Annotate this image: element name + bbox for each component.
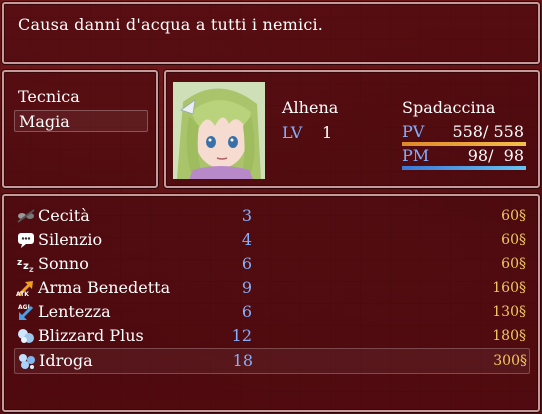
skill-count: 18: [232, 351, 253, 370]
hp-value: 558/ 558: [452, 122, 524, 141]
mp-value: 98/ 98: [467, 146, 524, 165]
sleep-icon: zzz: [16, 255, 36, 274]
actor-name: Alhena: [282, 98, 339, 117]
command-magia[interactable]: Magia: [14, 110, 148, 132]
skill-row-arma-benedetta[interactable]: ATK Arma Benedetta 9 160§: [14, 276, 528, 300]
skill-name: Silenzio: [38, 230, 103, 249]
skill-cost: 60§: [501, 256, 526, 272]
actor-class: Spadaccina: [402, 98, 496, 117]
svg-text:ATK: ATK: [16, 291, 29, 297]
skill-count: 9: [241, 278, 252, 297]
skill-row-sonno[interactable]: zzz Sonno 6 60§: [14, 252, 528, 276]
skill-count: 12: [231, 326, 252, 345]
silence-icon: [16, 231, 36, 249]
skill-row-silenzio[interactable]: Silenzio 4 60§: [14, 228, 528, 252]
skill-count: 6: [241, 254, 252, 273]
skill-cost: 60§: [501, 232, 526, 248]
skill-name: Sonno: [38, 254, 89, 273]
hp-gauge: PV 558/ 558: [402, 122, 526, 146]
skill-list-window: Cecità 3 60§ Silenzio 4 60§ zzz Sonno 6 …: [2, 194, 540, 412]
skill-row-blizzard-plus[interactable]: Blizzard Plus 12 180§: [14, 324, 528, 348]
blind-icon: [16, 207, 36, 225]
water-icon: [17, 352, 37, 370]
skill-name: Blizzard Plus: [38, 326, 144, 345]
skill-name: Arma Benedetta: [38, 278, 171, 297]
skill-cost: 60§: [501, 208, 526, 224]
mp-label: PM: [402, 146, 430, 165]
ice-icon: [16, 327, 36, 345]
skill-cost: 180§: [492, 328, 526, 344]
mp-gauge: PM 98/ 98: [402, 146, 526, 170]
help-window: Causa danni d'acqua a tutti i nemici.: [2, 2, 540, 64]
actor-portrait: [173, 82, 265, 179]
mp-gauge-bar: [402, 166, 526, 170]
skill-cost: 160§: [492, 280, 526, 296]
skill-type-window: Tecnica Magia: [2, 70, 158, 188]
skill-name: Lentezza: [38, 302, 111, 321]
attack-up-icon: ATK: [16, 279, 36, 298]
hp-label: PV: [402, 122, 425, 141]
agility-down-icon: AGI: [16, 303, 36, 321]
command-tecnica[interactable]: Tecnica: [18, 86, 80, 108]
skill-count: 3: [241, 206, 252, 225]
skill-row-idroga[interactable]: Idroga 18 300§: [14, 348, 530, 374]
skill-count: 4: [241, 230, 252, 249]
skill-cost: 300§: [493, 353, 527, 369]
skill-row-lentezza[interactable]: AGI Lentezza 6 130§: [14, 300, 528, 324]
actor-status-window: Alhena LV 1 Spadaccina PV 558/ 558 PM 98…: [164, 70, 540, 188]
skill-name: Idroga: [39, 351, 93, 370]
skill-row-cecita[interactable]: Cecità 3 60§: [14, 204, 528, 228]
mp-gauge-fill: [402, 166, 526, 170]
level-value: 1: [322, 123, 333, 142]
level-label: LV: [282, 123, 303, 142]
help-text: Causa danni d'acqua a tutti i nemici.: [18, 15, 324, 34]
skill-name: Cecità: [38, 206, 90, 225]
skill-count: 6: [241, 302, 252, 321]
skill-cost: 130§: [492, 304, 526, 320]
svg-text:z: z: [29, 265, 34, 273]
svg-text:z: z: [17, 258, 22, 268]
